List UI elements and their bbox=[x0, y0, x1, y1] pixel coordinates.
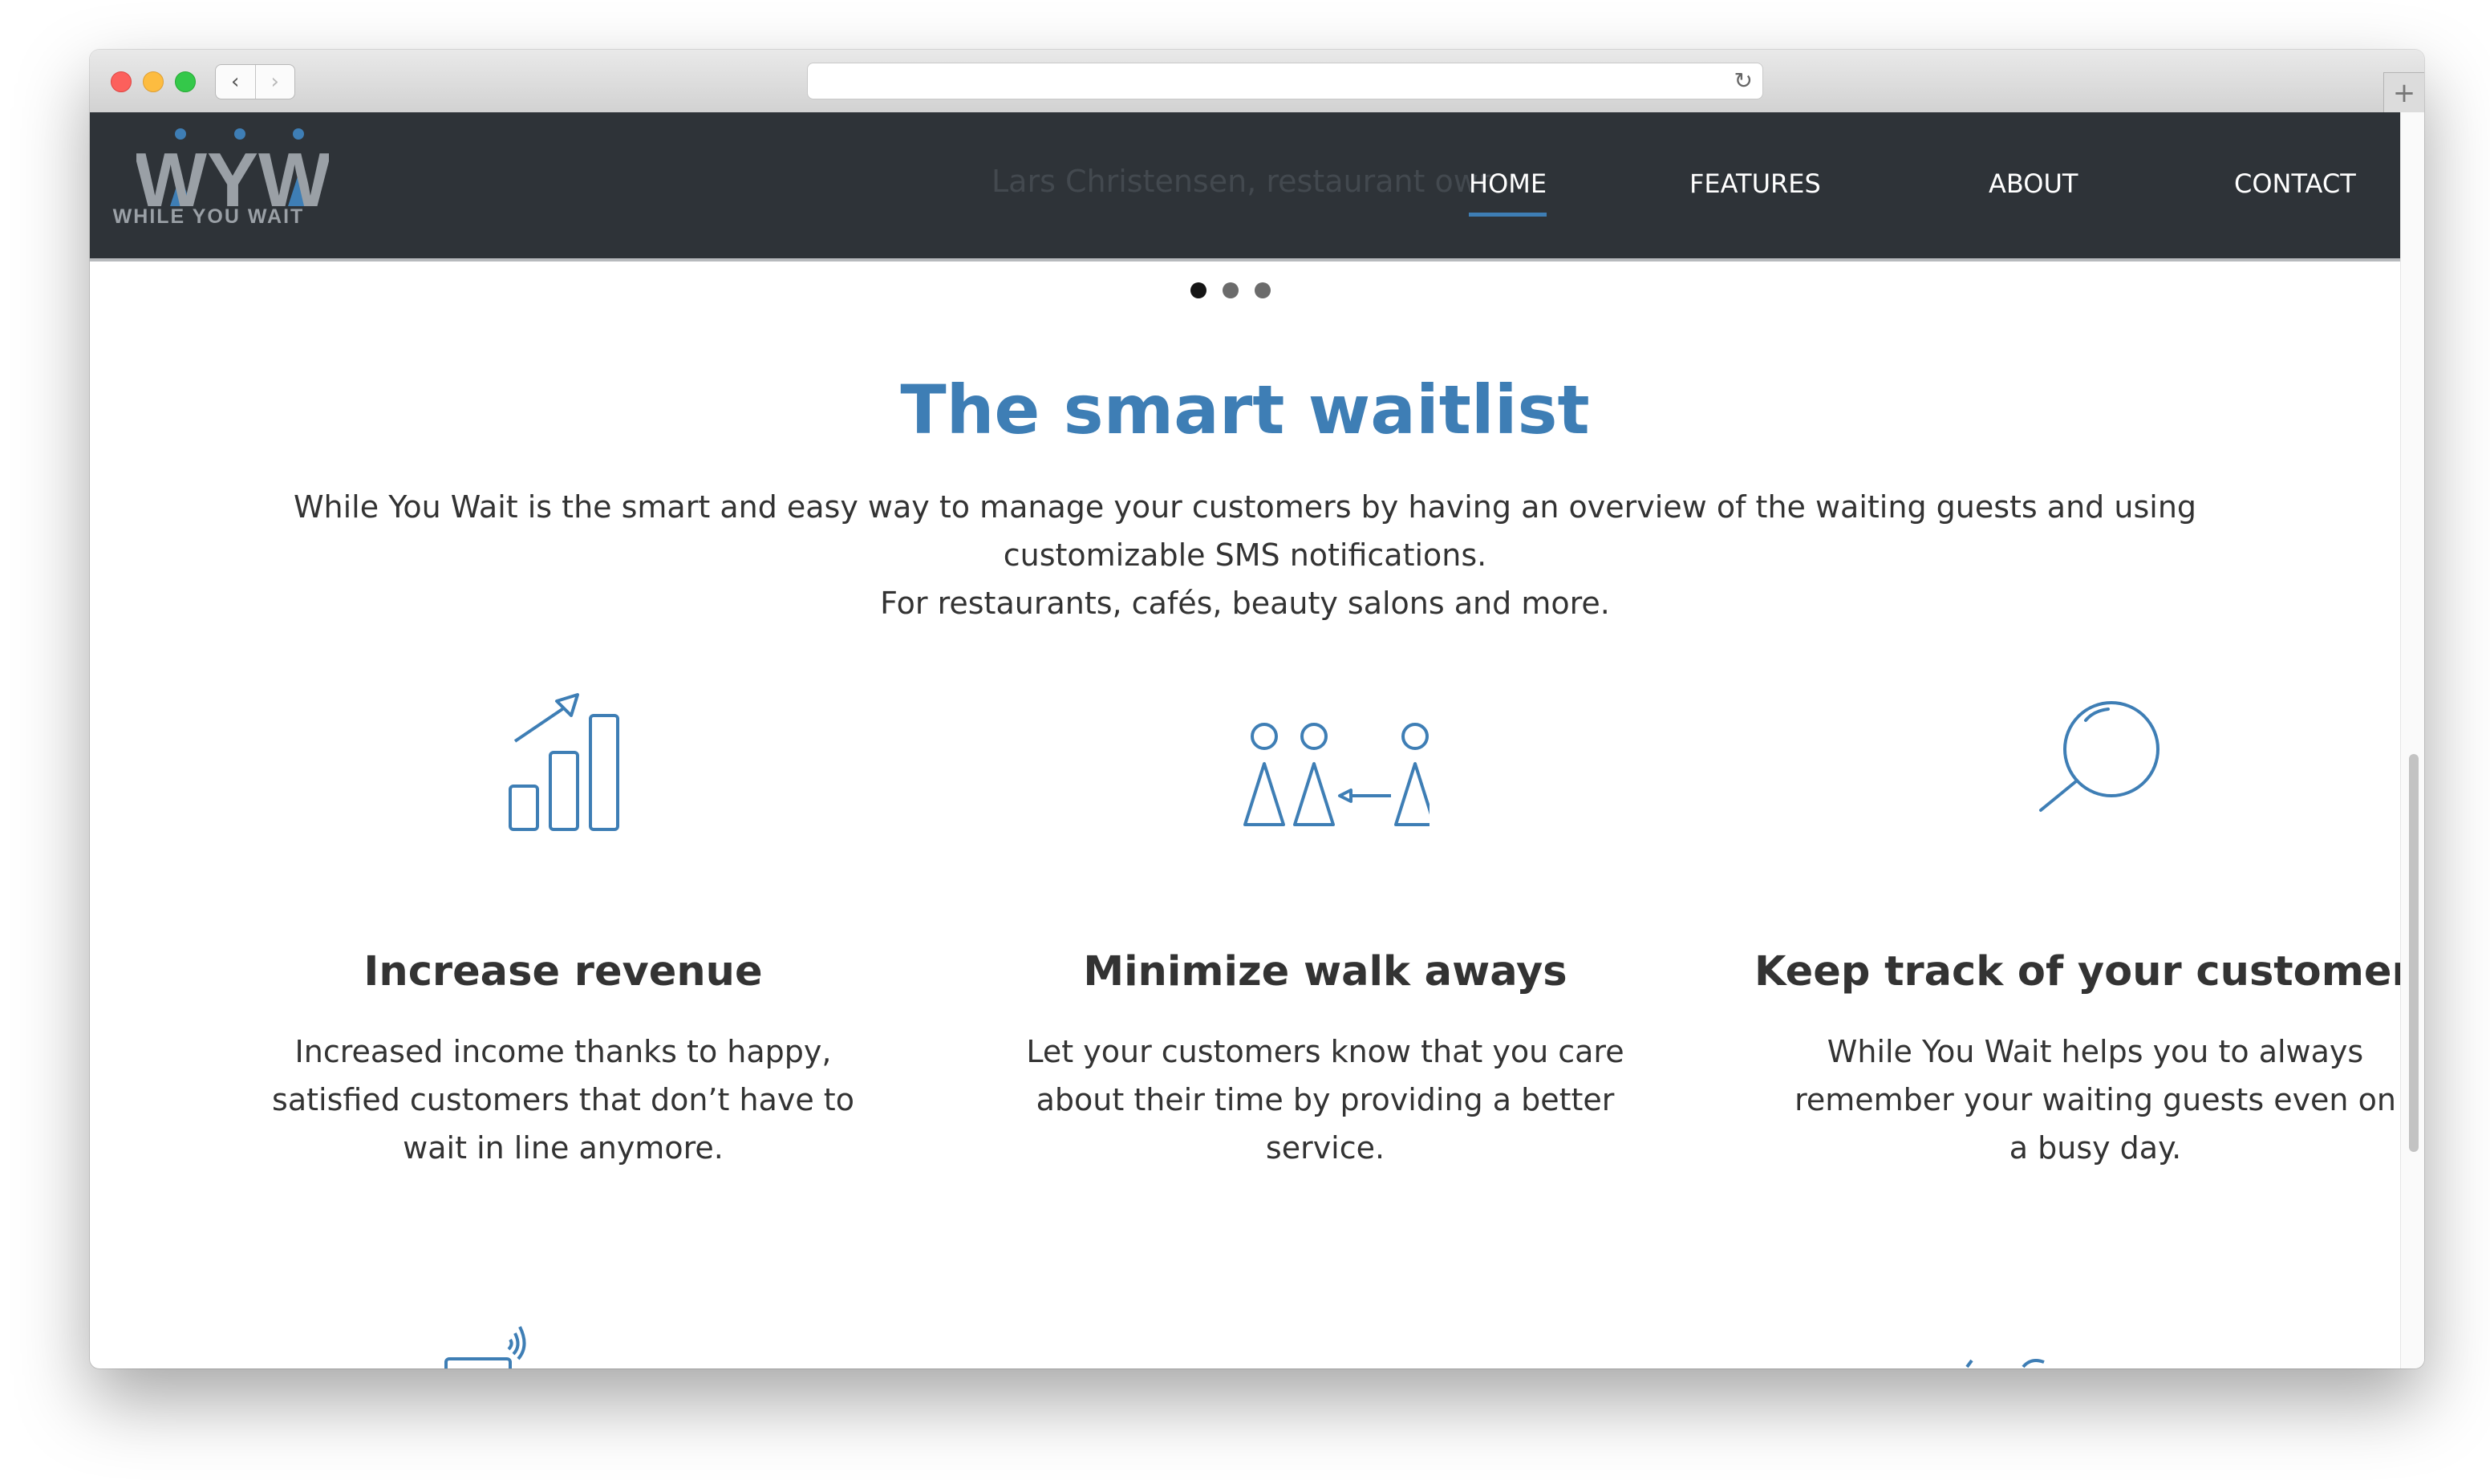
carousel-dot-3[interactable] bbox=[1255, 282, 1271, 298]
section-intro: While You Wait is the smart and easy way… bbox=[218, 483, 2272, 627]
back-button[interactable]: ‹ bbox=[216, 65, 256, 99]
section-title: The smart waitlist bbox=[900, 371, 1590, 449]
nav-about[interactable]: ABOUT bbox=[1989, 168, 2078, 199]
history-buttons: ‹ › bbox=[215, 64, 295, 99]
testimonial-caption: Lars Christensen, restaurant owr bbox=[992, 164, 1491, 199]
nav-home[interactable]: HOME bbox=[1469, 168, 1547, 217]
nav-contact[interactable]: CONTACT bbox=[2234, 168, 2356, 199]
intro-text: While You Wait is the smart and easy way… bbox=[293, 489, 2197, 573]
feature-text: Increased income thanks to happy, satisf… bbox=[272, 1034, 854, 1166]
zoom-window-button[interactable] bbox=[175, 71, 196, 92]
bar-chart-growth-icon bbox=[509, 693, 619, 831]
feature-card-walk-aways: Minimize walk aways Let your customers k… bbox=[964, 683, 1686, 1172]
minimize-window-button[interactable] bbox=[143, 71, 164, 92]
feature-card-revenue: Increase revenue Increased income thanks… bbox=[202, 683, 924, 1172]
feature-title: Keep track of your customers bbox=[1754, 948, 2424, 995]
plus-icon: + bbox=[2392, 77, 2416, 109]
feature-card-track-customers: Keep track of your customers While You W… bbox=[1734, 683, 2424, 1172]
carousel-indicators bbox=[1190, 282, 1271, 298]
intro-audience: For restaurants, cafés, beauty salons an… bbox=[880, 586, 1610, 621]
forward-button[interactable]: › bbox=[256, 65, 295, 99]
carousel-dot-2[interactable] bbox=[1223, 282, 1239, 298]
feature-text: Let your customers know that you care ab… bbox=[1026, 1034, 1624, 1166]
people-queue-icon bbox=[1243, 723, 1430, 826]
close-window-button[interactable] bbox=[111, 71, 132, 92]
site-header: Lars Christensen, restaurant owr WYW WHI… bbox=[90, 112, 2400, 262]
magnifier-icon bbox=[2039, 701, 2159, 812]
chevron-left-icon: ‹ bbox=[231, 70, 240, 94]
feature-title: Increase revenue bbox=[363, 948, 763, 995]
sms-device-icon bbox=[444, 1326, 526, 1368]
reload-icon[interactable]: ↻ bbox=[1734, 67, 1753, 94]
browser-window: ‹ › ↻ + Lars Christensen, restaurant owr… bbox=[90, 50, 2424, 1368]
carousel-dot-1[interactable] bbox=[1190, 282, 1206, 298]
vertical-scrollbar[interactable] bbox=[2400, 112, 2424, 1368]
chevron-right-icon: › bbox=[270, 70, 279, 94]
new-tab-button[interactable]: + bbox=[2383, 72, 2424, 113]
browser-toolbar: ‹ › ↻ + bbox=[90, 50, 2424, 113]
partial-icon bbox=[1965, 1359, 2045, 1368]
nav-features[interactable]: FEATURES bbox=[1689, 168, 1821, 199]
scrollbar-thumb[interactable] bbox=[2409, 754, 2419, 1152]
logo-subtitle: WHILE YOU WAIT bbox=[112, 205, 305, 228]
feature-text: While You Wait helps you to always remem… bbox=[1795, 1034, 2396, 1166]
feature-title: Minimize walk aways bbox=[1083, 948, 1567, 995]
address-bar[interactable]: ↻ bbox=[807, 63, 1763, 99]
